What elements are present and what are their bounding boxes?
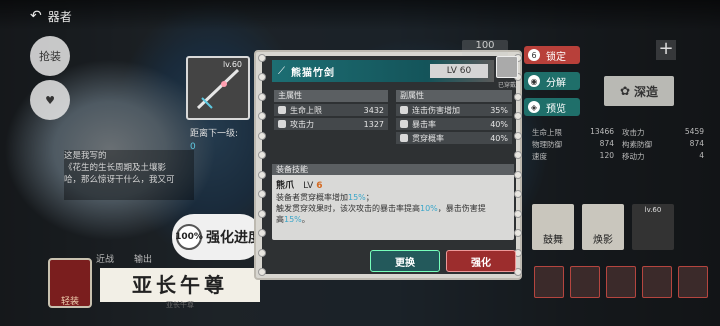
skill-description: 装备者贯穿概率增加15%； 触发贯穿效果时，该次攻击的暴击率提高10%，暴击伤害… xyxy=(276,193,486,224)
character-stats: 生命上限 13466 攻击力 5459 物理防御 874 构素防御 874 速度 120 移动力… xyxy=(528,126,708,174)
attr-value: 40% xyxy=(490,133,508,143)
role-tag: 输出 xyxy=(134,255,153,265)
plus-icon[interactable]: + xyxy=(656,40,676,60)
equipment-slot[interactable] xyxy=(678,266,708,298)
skill-section-title: 装备技能 xyxy=(272,164,514,175)
character-bio: 这是我写的 《花生的生长周期及土壤影 哈，那么惊讶干什么，我又可 xyxy=(64,150,194,200)
attr-value: 35% xyxy=(490,105,508,115)
strengthen-button[interactable]: 强化 xyxy=(446,250,516,272)
attr-row: 贯穿概率 40% xyxy=(396,132,512,144)
next-level-distance: 距离下一级: 0 xyxy=(190,128,254,158)
crit-icon xyxy=(400,120,408,128)
skill-tile[interactable]: 焕影 xyxy=(582,204,624,250)
equipped-avatar xyxy=(496,56,518,78)
attack-icon xyxy=(278,120,286,128)
skill-tiles: 鼓舞 焕影 lv.60 xyxy=(532,204,712,254)
lock-label: 锁定 xyxy=(546,51,566,63)
bio-line: 哈，那么惊讶干什么，我又可 xyxy=(64,175,175,185)
lock-button[interactable]: 6 锁定 xyxy=(524,46,580,64)
dismantle-label: 分解 xyxy=(546,77,566,89)
attr-row: 攻击力 1327 xyxy=(274,118,388,130)
attr-value: 40% xyxy=(490,119,508,129)
role-tag: 近战 xyxy=(96,255,115,265)
weapon-type-icon: ⟋ xyxy=(278,65,285,77)
attr-label: 贯穿概率 xyxy=(412,133,444,143)
preview-button[interactable]: ◈ 预览 xyxy=(524,98,580,116)
bio-line: 《花生的生长周期及土壤影 xyxy=(64,163,167,173)
class-badge-label: 轻装 xyxy=(60,297,79,307)
sidebar-item-equip[interactable]: 抢装 xyxy=(30,36,70,76)
enhance-percent: 100% xyxy=(175,224,203,250)
emblem-icon: ✿ xyxy=(619,84,631,98)
attr-value: 3432 xyxy=(363,105,384,115)
sub-attributes: 副属性 连击伤害增加 35% 暴击率 40% 贯穿概率 40% xyxy=(396,90,512,144)
change-button[interactable]: 更换 xyxy=(370,250,440,272)
attr-row: 连击伤害增加 35% xyxy=(396,104,512,116)
character-name: 亚长午尊 xyxy=(100,268,260,302)
pierce-icon xyxy=(400,134,408,142)
equipment-slot[interactable] xyxy=(534,266,564,298)
attr-value: 1327 xyxy=(363,119,384,129)
binder-rings-left xyxy=(258,54,266,276)
equipment-slots xyxy=(534,266,714,300)
skill-name: 熊爪 xyxy=(276,181,295,191)
back-label: 器者 xyxy=(47,9,72,24)
preview-label: 预览 xyxy=(546,103,566,115)
main-attributes: 主属性 生命上限 3432 攻击力 1327 xyxy=(274,90,388,130)
equipment-slot[interactable] xyxy=(606,266,636,298)
skill-tile[interactable]: 鼓舞 xyxy=(532,204,574,250)
attr-label: 攻击力 xyxy=(290,119,314,129)
distance-label: 距离下一级: xyxy=(190,129,239,139)
skill-level: LV 6 xyxy=(303,181,323,191)
distance-value: 0 xyxy=(190,142,196,152)
attr-label: 暴击率 xyxy=(412,119,436,129)
attr-row: 暴击率 40% xyxy=(396,118,512,130)
equipment-slot[interactable] xyxy=(642,266,672,298)
skill-name-row: 熊爪 LV 6 xyxy=(272,175,514,191)
weapon-card-level: lv.60 xyxy=(222,60,242,69)
weapon-slot-tile[interactable]: lv.60 xyxy=(632,204,674,250)
lock-icon: 6 xyxy=(528,49,540,61)
weapon-card[interactable]: lv.60 xyxy=(186,56,250,120)
preview-icon: ◈ xyxy=(528,101,540,113)
equipment-slot[interactable] xyxy=(570,266,600,298)
main-attr-title: 主属性 xyxy=(274,90,388,102)
resource-count: 100 xyxy=(462,40,508,56)
weapon-level: LV 60 xyxy=(430,64,488,78)
dismantle-button[interactable]: ◉ 分解 xyxy=(524,72,580,90)
combo-icon xyxy=(400,106,408,114)
class-badge[interactable]: 轻装 xyxy=(48,258,92,308)
equipped-label: 已穿戴 xyxy=(497,82,516,89)
weapon-title-bar: ⟋ 熊猫竹剑 LV 60 xyxy=(272,60,494,82)
back-arrow-icon: ↶ xyxy=(30,8,42,24)
attr-label: 生命上限 xyxy=(290,105,322,115)
weapon-name: 熊猫竹剑 xyxy=(291,67,335,79)
sub-attr-title: 副属性 xyxy=(396,90,512,102)
heart-icon: ♥ xyxy=(45,93,55,107)
stat-row: 生命上限 13466 攻击力 5459 xyxy=(532,126,704,137)
deep-study-label: 深造 xyxy=(634,84,659,99)
stat-row: 物理防御 874 构素防御 874 xyxy=(532,138,704,149)
deep-study-button[interactable]: ✿ 深造 xyxy=(604,76,674,106)
eye-icon: ◉ xyxy=(528,75,540,87)
sidebar-item-label: 抢装 xyxy=(39,50,61,63)
enhance-progress-badge: 100% 强化进度 xyxy=(172,214,262,260)
heart-icon xyxy=(278,106,286,114)
attr-label: 连击伤害增加 xyxy=(412,105,460,115)
stat-row: 速度 120 移动力 4 xyxy=(532,150,704,161)
sidebar-item-gear[interactable]: ♥ xyxy=(30,80,70,120)
attr-row: 生命上限 3432 xyxy=(274,104,388,116)
equipment-skill: 装备技能 熊爪 LV 6 装备者贯穿概率增加15%； 触发贯穿效果时，该次攻击的… xyxy=(272,164,514,240)
bio-line: 这是我写的 xyxy=(64,151,107,161)
character-subtitle: 亚长午尊 xyxy=(166,301,194,309)
back-button[interactable]: ↶ 器者 xyxy=(30,6,110,26)
